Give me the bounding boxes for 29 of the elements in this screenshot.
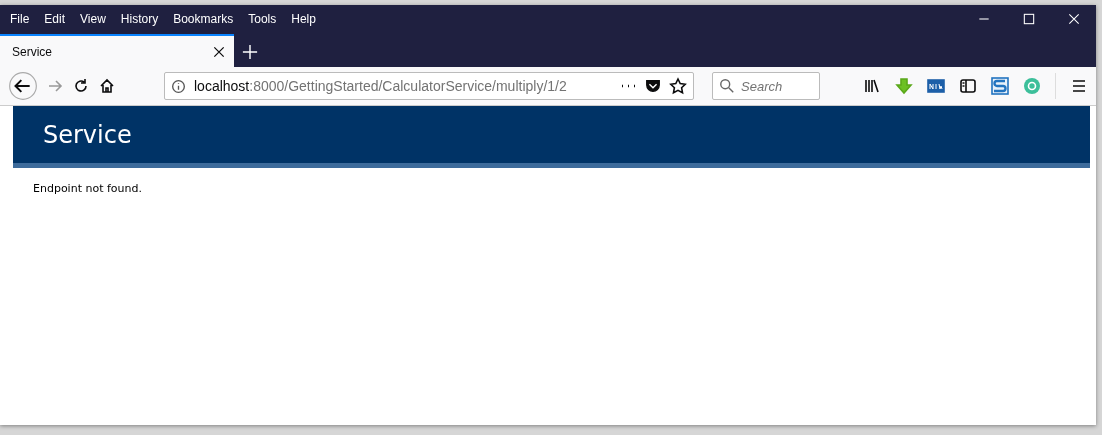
close-icon[interactable] bbox=[212, 44, 226, 59]
browser-tab[interactable]: Service bbox=[0, 34, 234, 67]
reload-icon[interactable] bbox=[72, 77, 90, 95]
menu-item[interactable]: History bbox=[120, 12, 159, 26]
address-bar[interactable]: localhost:8000/GettingStarted/CalculatorService/multiply/1/2 bbox=[164, 72, 694, 100]
home-icon[interactable] bbox=[98, 77, 116, 95]
sidebar-icon[interactable] bbox=[959, 77, 977, 95]
close-icon[interactable] bbox=[1067, 13, 1080, 25]
menu-item[interactable]: Edit bbox=[44, 12, 66, 26]
pocket-icon[interactable] bbox=[645, 78, 661, 94]
news-icon[interactable] bbox=[927, 77, 945, 95]
star-icon[interactable] bbox=[669, 77, 687, 95]
library-icon[interactable] bbox=[863, 77, 881, 95]
menu-icon[interactable] bbox=[1070, 77, 1088, 95]
menu-item[interactable]: File bbox=[10, 12, 30, 26]
maximize-icon[interactable] bbox=[1022, 13, 1035, 25]
download-arrow-icon[interactable] bbox=[895, 77, 913, 95]
page-title: Service bbox=[43, 120, 132, 149]
error-message: Endpoint not found. bbox=[33, 182, 143, 195]
menu-item[interactable]: Help bbox=[291, 12, 316, 26]
menu-item[interactable]: Tools bbox=[248, 12, 277, 26]
menu-item[interactable]: View bbox=[80, 12, 106, 26]
plus-icon[interactable] bbox=[242, 43, 258, 60]
search-icon[interactable] bbox=[719, 78, 735, 94]
search-field[interactable]: Search bbox=[712, 72, 820, 100]
s-logo-icon[interactable] bbox=[991, 77, 1009, 95]
menu-item[interactable]: Bookmarks bbox=[173, 12, 234, 26]
back-icon[interactable] bbox=[8, 71, 38, 101]
info-icon[interactable] bbox=[171, 78, 186, 94]
